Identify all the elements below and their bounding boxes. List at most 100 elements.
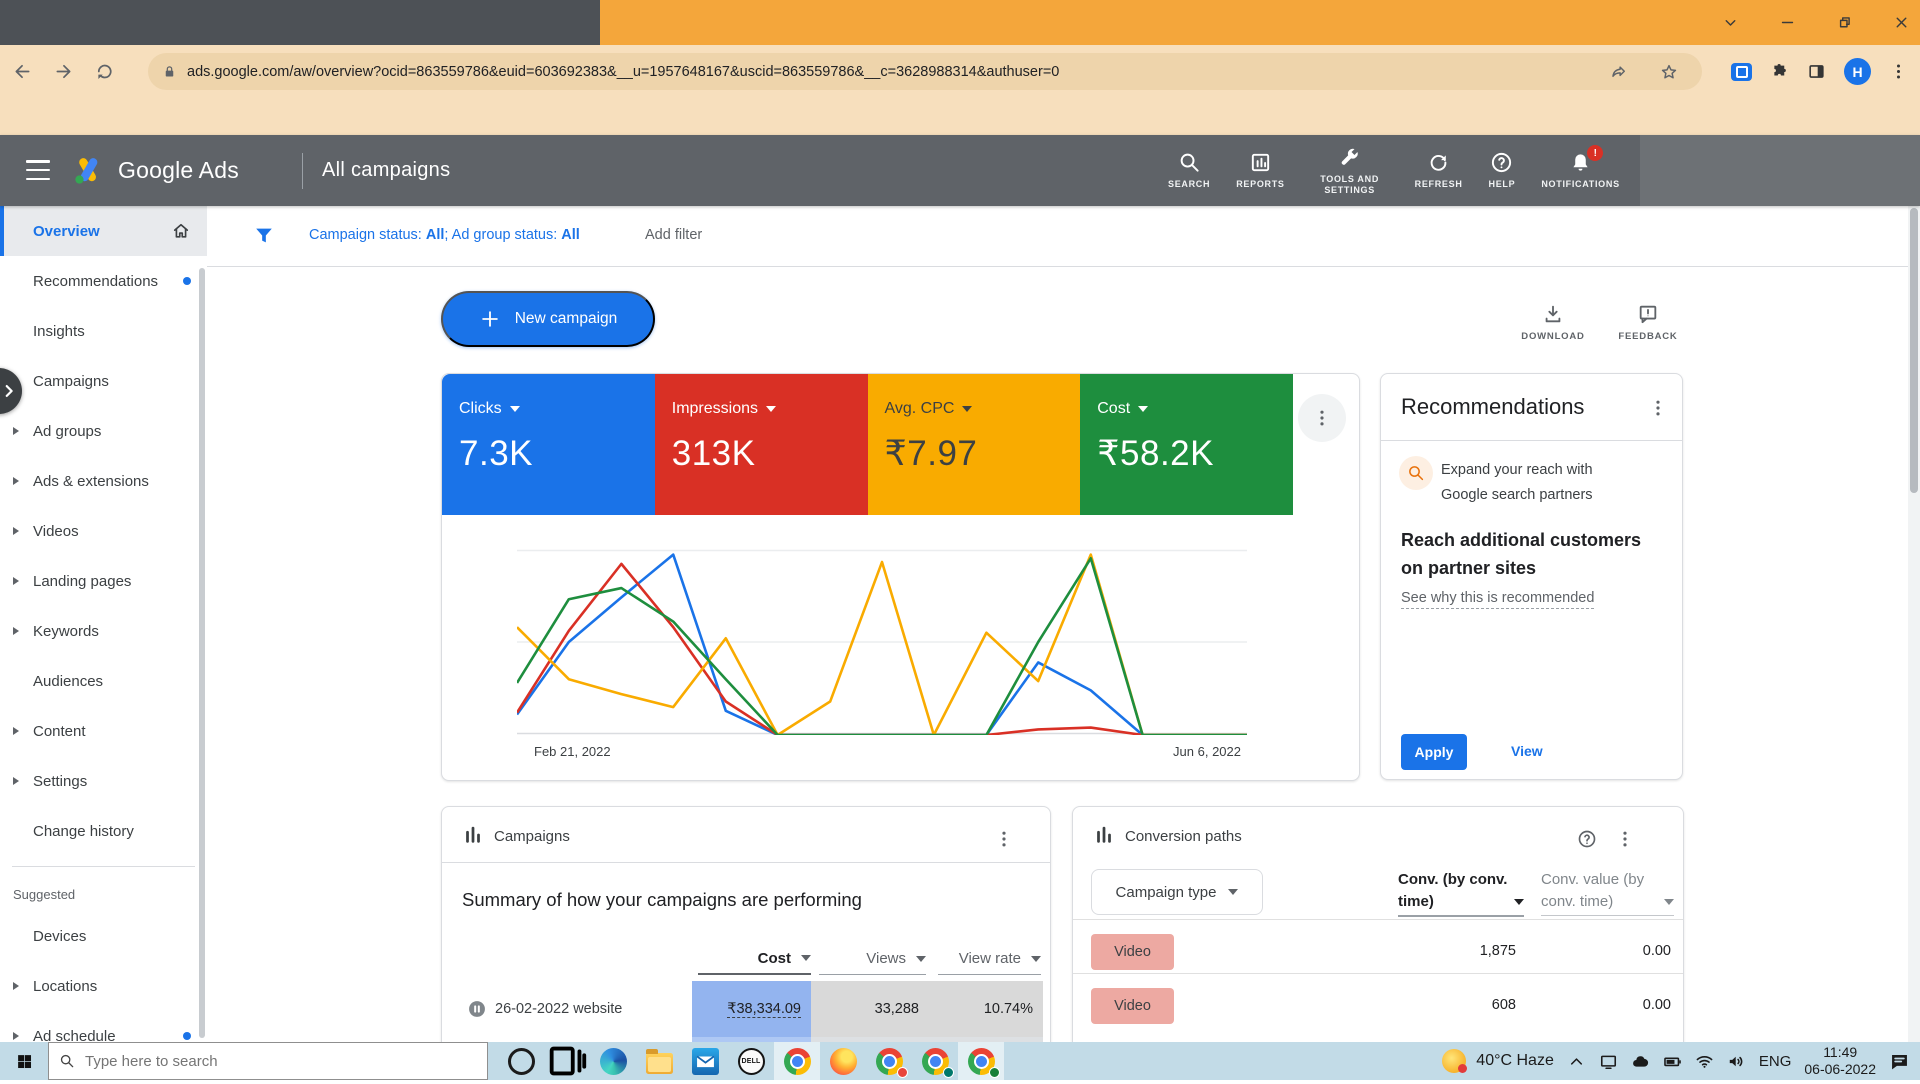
- taskbar-mail[interactable]: [682, 1042, 728, 1080]
- browser-tab[interactable]: [0, 0, 600, 45]
- views-cell[interactable]: 33,288: [811, 981, 929, 1037]
- chevron-right-icon: [0, 382, 18, 400]
- extension-tag-icon[interactable]: [1731, 63, 1752, 81]
- sidebar-item-insights[interactable]: Insights: [0, 306, 207, 356]
- cost-cell[interactable]: ₹38,334.09: [692, 981, 811, 1037]
- taskbar-taskview[interactable]: [544, 1042, 590, 1080]
- address-bar[interactable]: ads.google.com/aw/overview?ocid=86355978…: [148, 53, 1702, 90]
- taskbar-search-input[interactable]: [85, 1053, 477, 1070]
- monitor-icon[interactable]: [1599, 1052, 1618, 1071]
- sidebar-item-campaigns[interactable]: Campaigns: [0, 356, 207, 406]
- clock-time: 11:49: [1804, 1044, 1876, 1061]
- browser-menu-icon[interactable]: [1889, 62, 1908, 81]
- action-center-icon[interactable]: [1889, 1051, 1910, 1072]
- taskbar-weather[interactable]: 40°C Haze: [1442, 1049, 1554, 1073]
- metric-card-avg-cpc[interactable]: Avg. CPC ₹7.97: [868, 374, 1081, 515]
- cloud-icon[interactable]: [1631, 1052, 1650, 1071]
- window-minimize-icon[interactable]: [1779, 14, 1796, 31]
- sidebar-item-landing-pages[interactable]: Landing pages: [0, 556, 207, 606]
- filter-status-link[interactable]: Campaign status: All; Ad group status: A…: [309, 227, 580, 243]
- taskbar-search[interactable]: [48, 1042, 488, 1080]
- campaigns-menu-button[interactable]: [992, 827, 1016, 851]
- see-why-link[interactable]: See why this is recommended: [1401, 590, 1594, 609]
- hamburger-menu-icon[interactable]: [26, 160, 50, 180]
- header-tools-and-settings-button[interactable]: TOOLS AND SETTINGS: [1298, 135, 1402, 206]
- browser-forward-icon[interactable]: [53, 61, 74, 82]
- sidebar-item-audiences[interactable]: Audiences: [0, 656, 207, 706]
- chevron-up-icon[interactable]: [1567, 1052, 1586, 1071]
- sidebar-item-change-history[interactable]: Change history: [0, 806, 207, 856]
- taskbar-clock[interactable]: 11:49 06-06-2022: [1804, 1044, 1876, 1078]
- url-text[interactable]: ads.google.com/aw/overview?ocid=86355978…: [187, 64, 1598, 80]
- header-notifications-button[interactable]: ! NOTIFICATIONS: [1528, 135, 1632, 206]
- sidebar-item-overview[interactable]: Overview: [0, 206, 207, 256]
- sidebar-item-keywords[interactable]: Keywords: [0, 606, 207, 656]
- wifi-icon[interactable]: [1695, 1052, 1714, 1071]
- language-indicator[interactable]: ENG: [1759, 1053, 1792, 1070]
- battery-icon[interactable]: [1663, 1052, 1682, 1071]
- taskbar-cortana[interactable]: [498, 1042, 544, 1080]
- add-filter-button[interactable]: Add filter: [645, 227, 702, 243]
- window-restore-icon[interactable]: [1836, 14, 1853, 31]
- tab-search-chevron-icon[interactable]: [1722, 14, 1739, 31]
- conversion-column-header[interactable]: Conv. (by conv. time): [1398, 869, 1524, 917]
- feedback-button[interactable]: FEEDBACK: [1603, 303, 1693, 342]
- lock-icon[interactable]: [162, 64, 177, 79]
- sidebar-scrollbar[interactable]: [199, 268, 205, 1038]
- sidebar-item-ad-schedule[interactable]: Ad schedule: [0, 1011, 207, 1042]
- share-icon[interactable]: [1610, 63, 1628, 81]
- sidebar-item-locations[interactable]: Locations: [0, 961, 207, 1011]
- expand-arrow-icon: [13, 727, 19, 735]
- view-rate-cell[interactable]: 10.74%: [929, 981, 1043, 1037]
- campaign-type-dropdown[interactable]: Campaign type: [1091, 869, 1263, 915]
- bookmark-star-icon[interactable]: [1660, 63, 1678, 81]
- header-refresh-button[interactable]: REFRESH: [1402, 135, 1476, 206]
- download-button[interactable]: DOWNLOAD: [1508, 303, 1598, 342]
- sidebar-item-recommendations[interactable]: Recommendations: [0, 256, 207, 306]
- recommendations-menu-button[interactable]: [1646, 396, 1670, 420]
- sidebar-item-content[interactable]: Content: [0, 706, 207, 756]
- taskbar-firefox[interactable]: [820, 1042, 866, 1080]
- extensions-puzzle-icon[interactable]: [1770, 62, 1789, 81]
- taskbar-chrome[interactable]: [958, 1042, 1004, 1080]
- browser-reload-icon[interactable]: [94, 61, 115, 82]
- metric-card-cost[interactable]: Cost ₹58.2K: [1080, 374, 1293, 515]
- new-campaign-button[interactable]: New campaign: [441, 291, 655, 347]
- window-close-icon[interactable]: [1893, 14, 1910, 31]
- conversion-menu-button[interactable]: [1613, 827, 1637, 851]
- side-panel-icon[interactable]: [1807, 62, 1826, 81]
- sidebar-item-videos[interactable]: Videos: [0, 506, 207, 556]
- sidebar-item-ads-extensions[interactable]: Ads & extensions: [0, 456, 207, 506]
- page-scrollbar[interactable]: [1908, 206, 1920, 1042]
- conversion-column-header[interactable]: Conv. value (by conv. time): [1541, 869, 1674, 916]
- taskbar-chrome[interactable]: [866, 1042, 912, 1080]
- header-help-button[interactable]: HELP: [1476, 135, 1529, 206]
- profile-avatar[interactable]: H: [1844, 58, 1871, 85]
- chevron-down-icon: [916, 956, 926, 962]
- header-search-button[interactable]: SEARCH: [1155, 135, 1223, 206]
- view-button[interactable]: View: [1511, 743, 1543, 759]
- sidebar-item-ad-groups[interactable]: Ad groups: [0, 406, 207, 456]
- start-button[interactable]: [0, 1042, 48, 1080]
- taskbar-file-explorer[interactable]: [636, 1042, 682, 1080]
- taskbar-dell[interactable]: DELL: [728, 1042, 774, 1080]
- filter-funnel-icon[interactable]: [253, 225, 275, 247]
- taskbar-chrome[interactable]: [912, 1042, 958, 1080]
- metric-card-clicks[interactable]: Clicks 7.3K: [442, 374, 655, 515]
- browser-back-icon[interactable]: [12, 61, 33, 82]
- performance-line-chart[interactable]: [517, 549, 1247, 735]
- speaker-icon[interactable]: [1727, 1052, 1746, 1071]
- sidebar-item-settings[interactable]: Settings: [0, 756, 207, 806]
- column-header-view-rate[interactable]: View rate: [938, 943, 1041, 975]
- performance-card-menu-button[interactable]: [1298, 394, 1346, 442]
- header-reports-button[interactable]: REPORTS: [1223, 135, 1297, 206]
- sidebar-item-devices[interactable]: Devices: [0, 911, 207, 961]
- column-header-cost[interactable]: Cost: [698, 943, 811, 975]
- taskbar-chrome[interactable]: [774, 1042, 820, 1080]
- conversion-help-button[interactable]: [1575, 827, 1599, 851]
- taskbar-edge[interactable]: [590, 1042, 636, 1080]
- apply-button[interactable]: Apply: [1401, 734, 1467, 770]
- scrollbar-thumb[interactable]: [1910, 208, 1918, 493]
- metric-card-impressions[interactable]: Impressions 313K: [655, 374, 868, 515]
- column-header-views[interactable]: Views: [819, 943, 926, 975]
